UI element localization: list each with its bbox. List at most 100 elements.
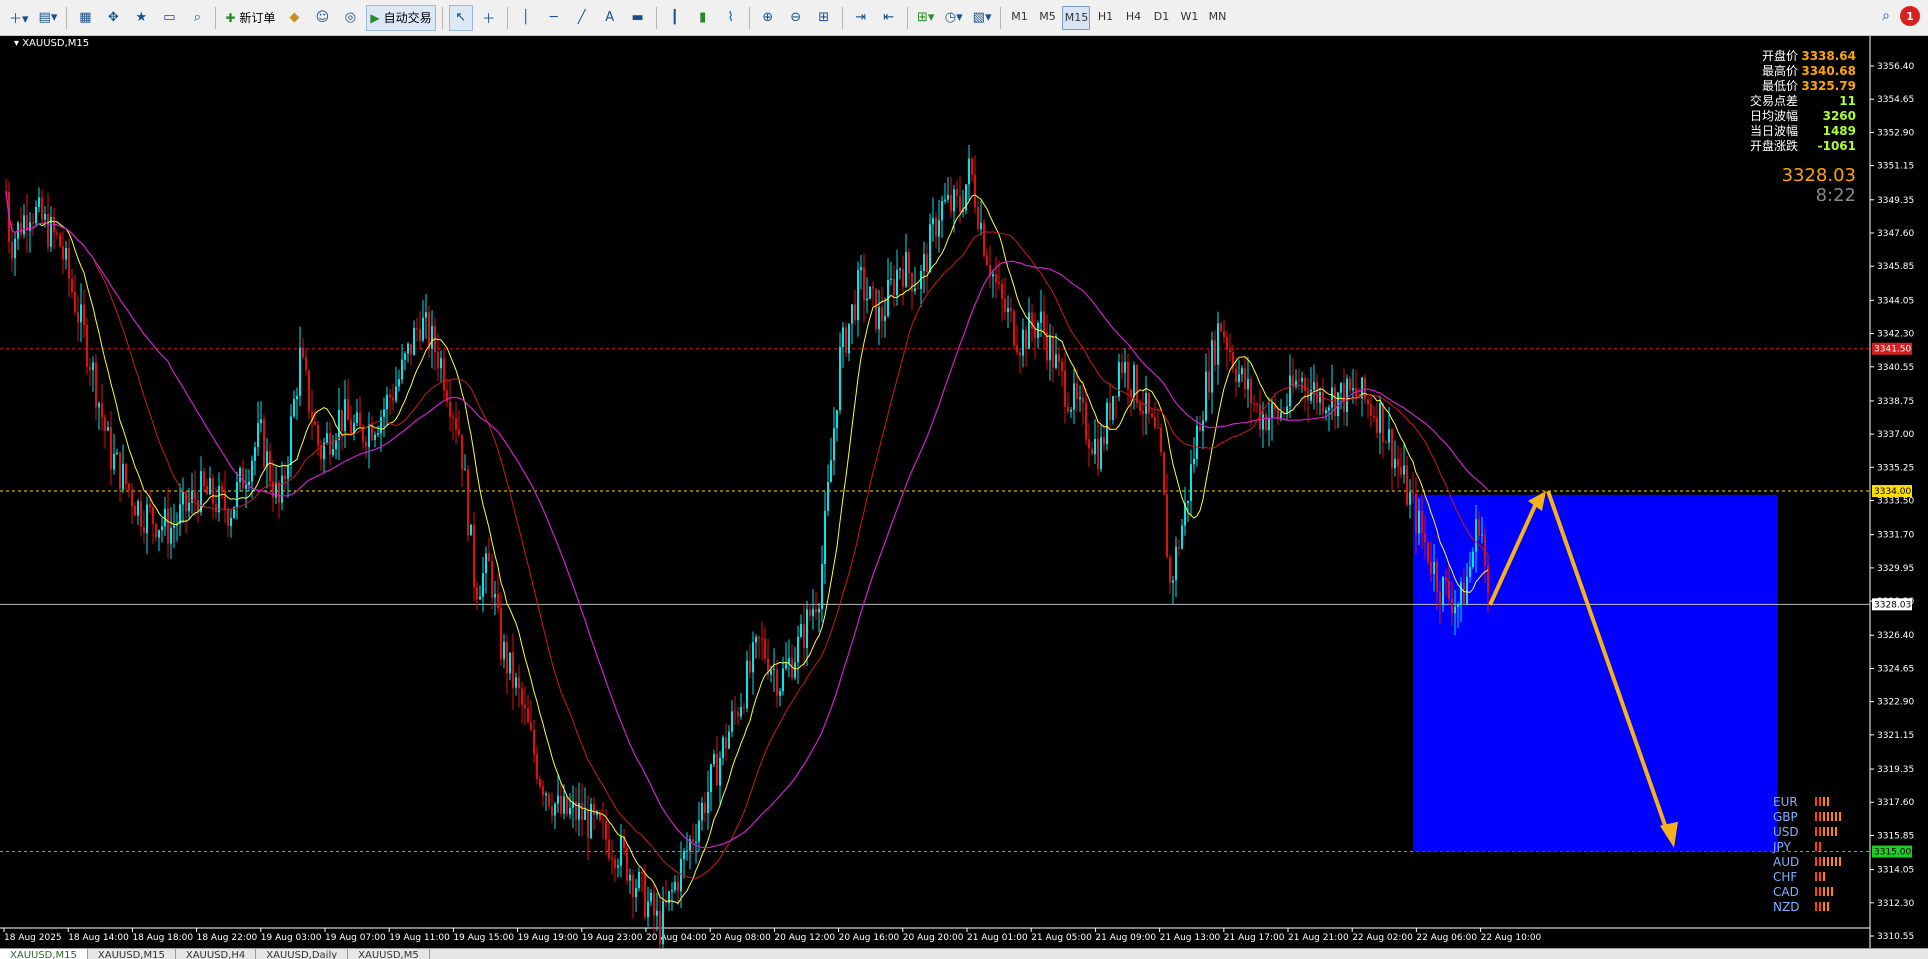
price-axis-label: 3333.50 (1877, 497, 1914, 507)
time-axis-label: 21 Aug 21:00 (1288, 933, 1349, 943)
candle-body (1457, 603, 1459, 607)
terminal-icon[interactable]: ▭ (157, 5, 181, 31)
candle-body (1028, 312, 1030, 349)
tile-windows-icon[interactable]: ⊞ (812, 5, 836, 31)
currency-label: NZD (1773, 900, 1799, 914)
timeframe-h4[interactable]: H4 (1120, 6, 1146, 28)
time-axis-label: 21 Aug 01:00 (967, 933, 1028, 943)
candle-body (833, 428, 835, 461)
currency-strength-bar (1827, 797, 1829, 806)
chart-shift-icon[interactable]: ⇤ (877, 5, 901, 31)
timeframe-d1[interactable]: D1 (1148, 6, 1174, 28)
new-order-button[interactable]: ✚ 新订单 (222, 5, 278, 31)
currency-label: AUD (1773, 855, 1799, 869)
auto-trading-button[interactable]: ▶ 自动交易 (366, 4, 436, 31)
currency-strength-bar (1823, 902, 1825, 911)
candle-body (1217, 323, 1219, 365)
candle-body (1016, 345, 1018, 353)
candle-body (1082, 397, 1084, 403)
candle-body (1154, 417, 1156, 428)
candle-body (1265, 414, 1267, 431)
autoscroll-icon[interactable]: ⇥ (849, 5, 873, 31)
candle-body (482, 573, 484, 597)
candle-body (356, 412, 358, 423)
candle-body (557, 795, 559, 804)
time-axis-label: 19 Aug 15:00 (453, 933, 514, 943)
candle-body (1364, 377, 1366, 400)
crosshair-icon[interactable]: ＋ (477, 5, 501, 31)
price-axis-label: 3319.35 (1877, 765, 1914, 775)
candle-body (1226, 336, 1228, 350)
price-chart[interactable]: ▾ XAUUSD,M15 3356.40 3354.65 3352.90 3351.15… (0, 36, 1928, 948)
line-chart-icon[interactable]: ⌇ (719, 5, 743, 31)
candle-body (1400, 466, 1402, 475)
market-watch-icon[interactable]: ▦ (73, 5, 97, 31)
timeframe-m5[interactable]: M5 (1034, 6, 1060, 28)
trend-line-icon[interactable]: ╱ (570, 5, 594, 31)
target-zone (1413, 494, 1778, 852)
candle-body (1262, 414, 1264, 430)
community-icon[interactable]: ☺ (310, 5, 334, 31)
candle-body (818, 608, 820, 613)
time-axis-label: 22 Aug 06:00 (1416, 933, 1477, 943)
candlestick-icon[interactable]: ▮ (691, 5, 715, 31)
templates-icon[interactable]: ▧▾ (970, 5, 995, 31)
strategy-tester-icon[interactable]: ⌕ (185, 5, 209, 31)
currency-label: CAD (1773, 885, 1799, 899)
candle-body (1487, 565, 1489, 593)
candle-body (506, 641, 508, 674)
cursor-icon[interactable]: ↖ (448, 4, 473, 31)
timeframe-m15[interactable]: M15 (1062, 5, 1091, 30)
candle-body (947, 195, 949, 200)
candle-body (158, 530, 160, 538)
navigator-icon[interactable]: ✥ (101, 5, 125, 31)
candle-body (1268, 418, 1270, 431)
signals-icon[interactable]: ◎ (338, 5, 362, 31)
candle-body (365, 441, 367, 447)
candle-body (188, 502, 190, 512)
info-value: -1061 (1818, 139, 1856, 153)
new-chart-icon[interactable]: ＋▾ (6, 5, 32, 31)
candle-body (368, 424, 370, 447)
candle-body (1079, 397, 1081, 400)
metaeditor-icon[interactable]: ◆ (282, 5, 306, 31)
candle-body (35, 206, 37, 224)
candle-body (1415, 493, 1417, 534)
candle-body (1409, 492, 1411, 505)
text-tool-icon[interactable]: A (598, 5, 622, 31)
candle-body (167, 508, 169, 544)
candle-body (47, 213, 49, 247)
candle-body (461, 434, 463, 470)
candle-body (785, 663, 787, 669)
bar-chart-icon[interactable]: ┃ (663, 5, 687, 31)
candle-body (830, 460, 832, 483)
candle-body (539, 778, 541, 787)
indicators-icon[interactable]: ⊞▾ (914, 5, 938, 31)
candle-body (1070, 409, 1072, 412)
candle-body (1421, 510, 1423, 534)
label-tool-icon[interactable]: ▬ (626, 5, 650, 31)
candle-body (134, 506, 136, 516)
alert-badge[interactable]: 1 (1900, 6, 1920, 26)
horizontal-line-icon[interactable]: ─ (542, 5, 566, 31)
candle-body (1034, 328, 1036, 338)
info-value: 3340.68 (1801, 64, 1856, 78)
zoom-out-icon[interactable]: ⊖ (784, 5, 808, 31)
periods-icon[interactable]: ◷▾ (942, 5, 966, 31)
timeframe-mn[interactable]: MN (1204, 6, 1230, 28)
timeframe-w1[interactable]: W1 (1176, 6, 1202, 28)
price-axis-label: 3315.85 (1877, 831, 1914, 841)
timeframe-m1[interactable]: M1 (1006, 6, 1032, 28)
timeframe-h1[interactable]: H1 (1092, 6, 1118, 28)
candle-body (80, 304, 82, 323)
search-icon[interactable]: ⌕ (1882, 8, 1890, 24)
favorites-icon[interactable]: ★ (129, 5, 153, 31)
bar-countdown: 8:22 (1816, 185, 1856, 206)
candle-body (488, 553, 490, 562)
zoom-in-icon[interactable]: ⊕ (756, 5, 780, 31)
profiles-icon[interactable]: ▤▾ (36, 5, 61, 31)
candle-body (359, 412, 361, 427)
vertical-line-icon[interactable]: │ (514, 5, 538, 31)
candle-body (305, 357, 307, 371)
price-axis-label: 3351.15 (1877, 162, 1914, 172)
